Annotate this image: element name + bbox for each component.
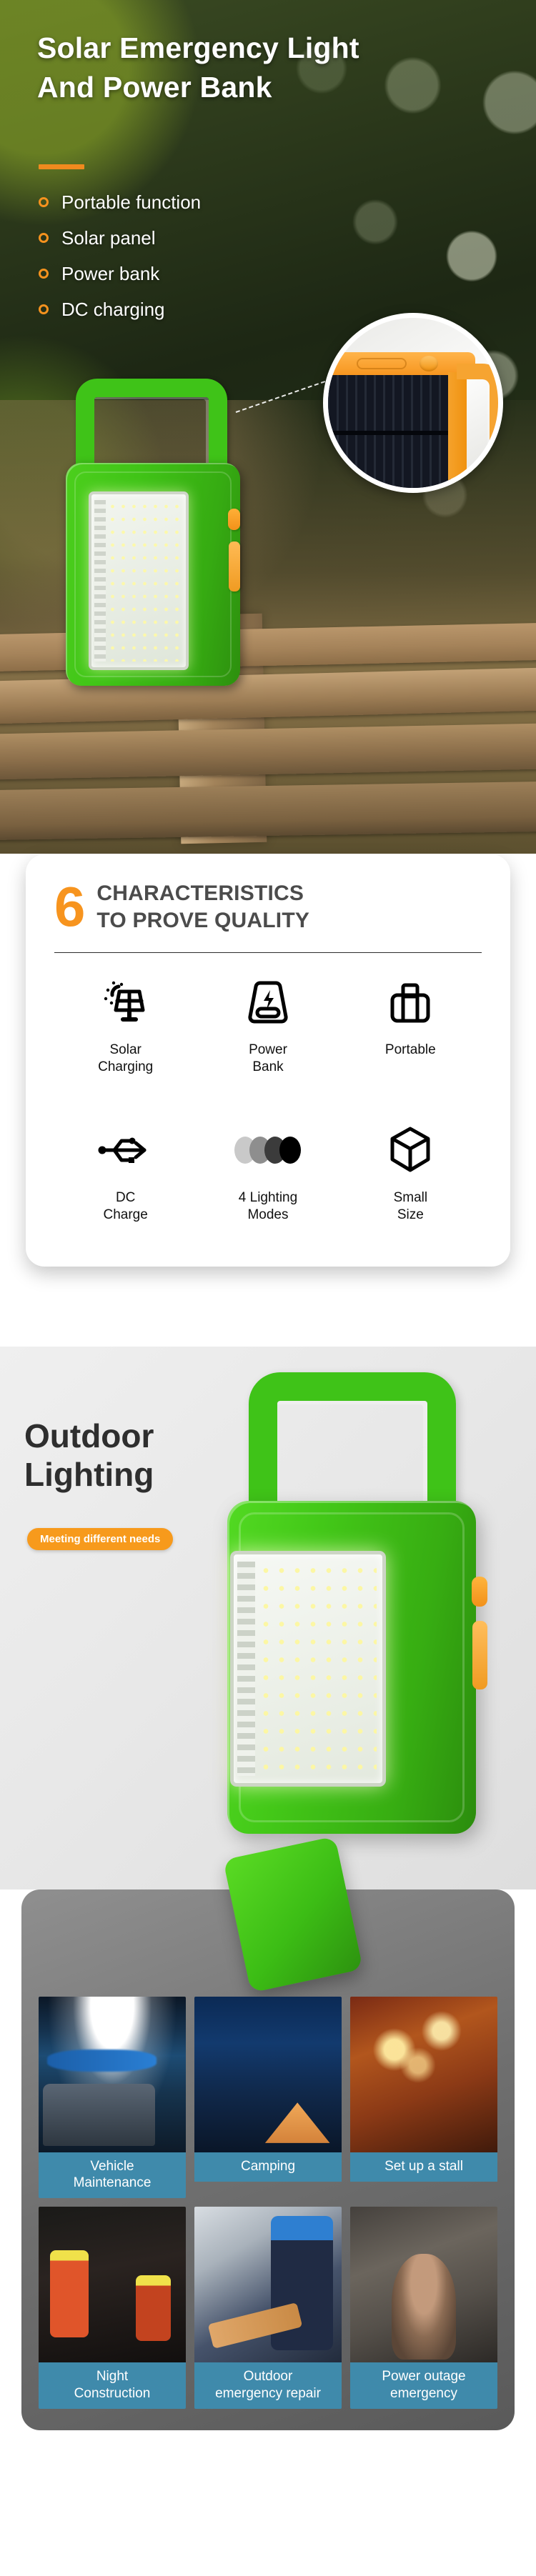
status-badge: Meeting different needs bbox=[27, 1528, 174, 1550]
list-item: Power bank bbox=[39, 264, 201, 283]
characteristic-label: Solar Charging bbox=[98, 1042, 154, 1075]
scenario-caption: Camping bbox=[194, 2152, 342, 2182]
scenario-card: Vehicle Maintenance bbox=[39, 1997, 186, 2199]
scenario-caption: Outdoor emergency repair bbox=[194, 2362, 342, 2409]
scenario-image bbox=[350, 1997, 497, 2152]
usage-scenarios-section: Vehicle Maintenance Camping Set up a sta… bbox=[0, 1836, 536, 2440]
briefcase-icon bbox=[387, 976, 433, 1029]
characteristics-card-wrapper: 6 CHARACTERISTICS TO PROVE QUALITY Solar… bbox=[26, 854, 510, 1267]
lamp-led-panel bbox=[230, 1551, 386, 1787]
lighting-mode-dots bbox=[234, 1136, 302, 1164]
scenario-caption: Set up a stall bbox=[350, 2152, 497, 2182]
scenario-caption: Vehicle Maintenance bbox=[39, 2152, 186, 2199]
list-item: Solar panel bbox=[39, 229, 201, 247]
characteristic-label: 4 Lighting Modes bbox=[238, 1189, 298, 1222]
lamp-power-button bbox=[472, 1577, 487, 1607]
scenarios-panel: Vehicle Maintenance Camping Set up a sta… bbox=[21, 1836, 515, 2430]
bullet-ring-icon bbox=[39, 233, 49, 243]
hero-section: Solar Emergency Light And Power Bank Por… bbox=[0, 0, 536, 854]
characteristic-label: DC Charge bbox=[103, 1189, 148, 1222]
scenario-card: Outdoor emergency repair bbox=[194, 2207, 342, 2409]
product-landing-page: Solar Emergency Light And Power Bank Por… bbox=[0, 0, 536, 2440]
bullet-label: DC charging bbox=[61, 299, 165, 320]
characteristic-label: Portable bbox=[384, 1042, 436, 1057]
product-lamp-large bbox=[193, 1372, 500, 1872]
scenario-image bbox=[39, 1997, 186, 2152]
characteristics-title-line-2: TO PROVE QUALITY bbox=[96, 908, 310, 932]
characteristics-card: 6 CHARACTERISTICS TO PROVE QUALITY Solar… bbox=[26, 854, 510, 1267]
characteristic-item: Power Bank bbox=[197, 953, 339, 1095]
characteristics-grid: Solar Charging Power Bank Portable DC Ch… bbox=[54, 953, 482, 1242]
solar-panel-icon bbox=[98, 976, 154, 1029]
table-plank bbox=[0, 781, 536, 841]
scenario-image bbox=[194, 1997, 342, 2152]
lighting-modes-icon bbox=[234, 1124, 302, 1177]
lamp-mode-button bbox=[472, 1621, 487, 1689]
scenario-image bbox=[194, 2207, 342, 2363]
characteristic-item: Portable bbox=[339, 953, 482, 1095]
characteristic-item: Solar Charging bbox=[54, 953, 197, 1095]
scenario-caption: Power outage emergency bbox=[350, 2362, 497, 2409]
list-item: Portable function bbox=[39, 193, 201, 211]
lamp-power-button bbox=[228, 509, 240, 530]
lamp-led-panel bbox=[89, 491, 189, 670]
page-title-line-2: And Power Bank bbox=[37, 70, 272, 104]
lamp-led-strip bbox=[237, 1562, 255, 1776]
bullet-ring-icon bbox=[39, 197, 49, 207]
callout-lamp-handle bbox=[457, 364, 498, 488]
power-bank-icon bbox=[244, 976, 292, 1029]
callout-lamp-vent bbox=[357, 358, 407, 369]
characteristic-label: Small Size bbox=[393, 1189, 428, 1222]
solar-panel-callout bbox=[323, 313, 503, 493]
scenario-card: Power outage emergency bbox=[350, 2207, 497, 2409]
outdoor-title-line-2: Lighting bbox=[24, 1456, 154, 1494]
scenario-caption: Night Construction bbox=[39, 2362, 186, 2409]
outdoor-lighting-section: Outdoor Lighting Meeting different needs bbox=[0, 1347, 536, 1889]
title-accent-rule bbox=[39, 164, 84, 169]
characteristic-label: Power Bank bbox=[249, 1042, 287, 1075]
scenario-card: Camping bbox=[194, 1997, 342, 2198]
product-lamp-green bbox=[61, 379, 244, 686]
lamp-mode-button bbox=[229, 541, 240, 591]
characteristic-item: Small Size bbox=[339, 1101, 482, 1243]
lamp-led-grid bbox=[258, 1562, 377, 1776]
characteristics-header: 6 CHARACTERISTICS TO PROVE QUALITY bbox=[54, 875, 482, 939]
characteristic-item: 4 Lighting Modes bbox=[197, 1101, 339, 1243]
characteristics-title: CHARACTERISTICS TO PROVE QUALITY bbox=[96, 880, 309, 934]
scenario-image bbox=[350, 2207, 497, 2363]
scenario-card: Set up a stall bbox=[350, 1997, 497, 2198]
scenario-card: Night Construction bbox=[39, 2207, 186, 2409]
page-title: Solar Emergency Light And Power Bank bbox=[37, 29, 495, 107]
bullet-label: Portable function bbox=[61, 191, 202, 213]
callout-lamp-knob bbox=[420, 356, 438, 371]
scenarios-grid: Vehicle Maintenance Camping Set up a sta… bbox=[39, 1997, 497, 2409]
feature-bullet-list: Portable function Solar panel Power bank… bbox=[39, 193, 201, 336]
cube-icon bbox=[388, 1124, 432, 1177]
characteristics-title-line-1: CHARACTERISTICS bbox=[96, 882, 304, 905]
bullet-ring-icon bbox=[39, 269, 49, 279]
scenario-image bbox=[39, 2207, 186, 2363]
characteristic-item: DC Charge bbox=[54, 1101, 197, 1243]
page-title-line-1: Solar Emergency Light bbox=[37, 31, 359, 64]
bullet-label: Power bank bbox=[61, 263, 160, 284]
lamp-led-grid bbox=[107, 500, 182, 662]
list-item: DC charging bbox=[39, 300, 201, 319]
callout-solar-panel bbox=[328, 375, 451, 488]
usb-icon bbox=[97, 1124, 154, 1177]
characteristics-count: 6 bbox=[54, 875, 86, 939]
lighting-mode-dot bbox=[279, 1136, 302, 1164]
bullet-ring-icon bbox=[39, 304, 49, 314]
lamp-led-strip bbox=[94, 500, 106, 662]
outdoor-title-line-1: Outdoor bbox=[24, 1417, 154, 1454]
bullet-label: Solar panel bbox=[61, 227, 156, 249]
